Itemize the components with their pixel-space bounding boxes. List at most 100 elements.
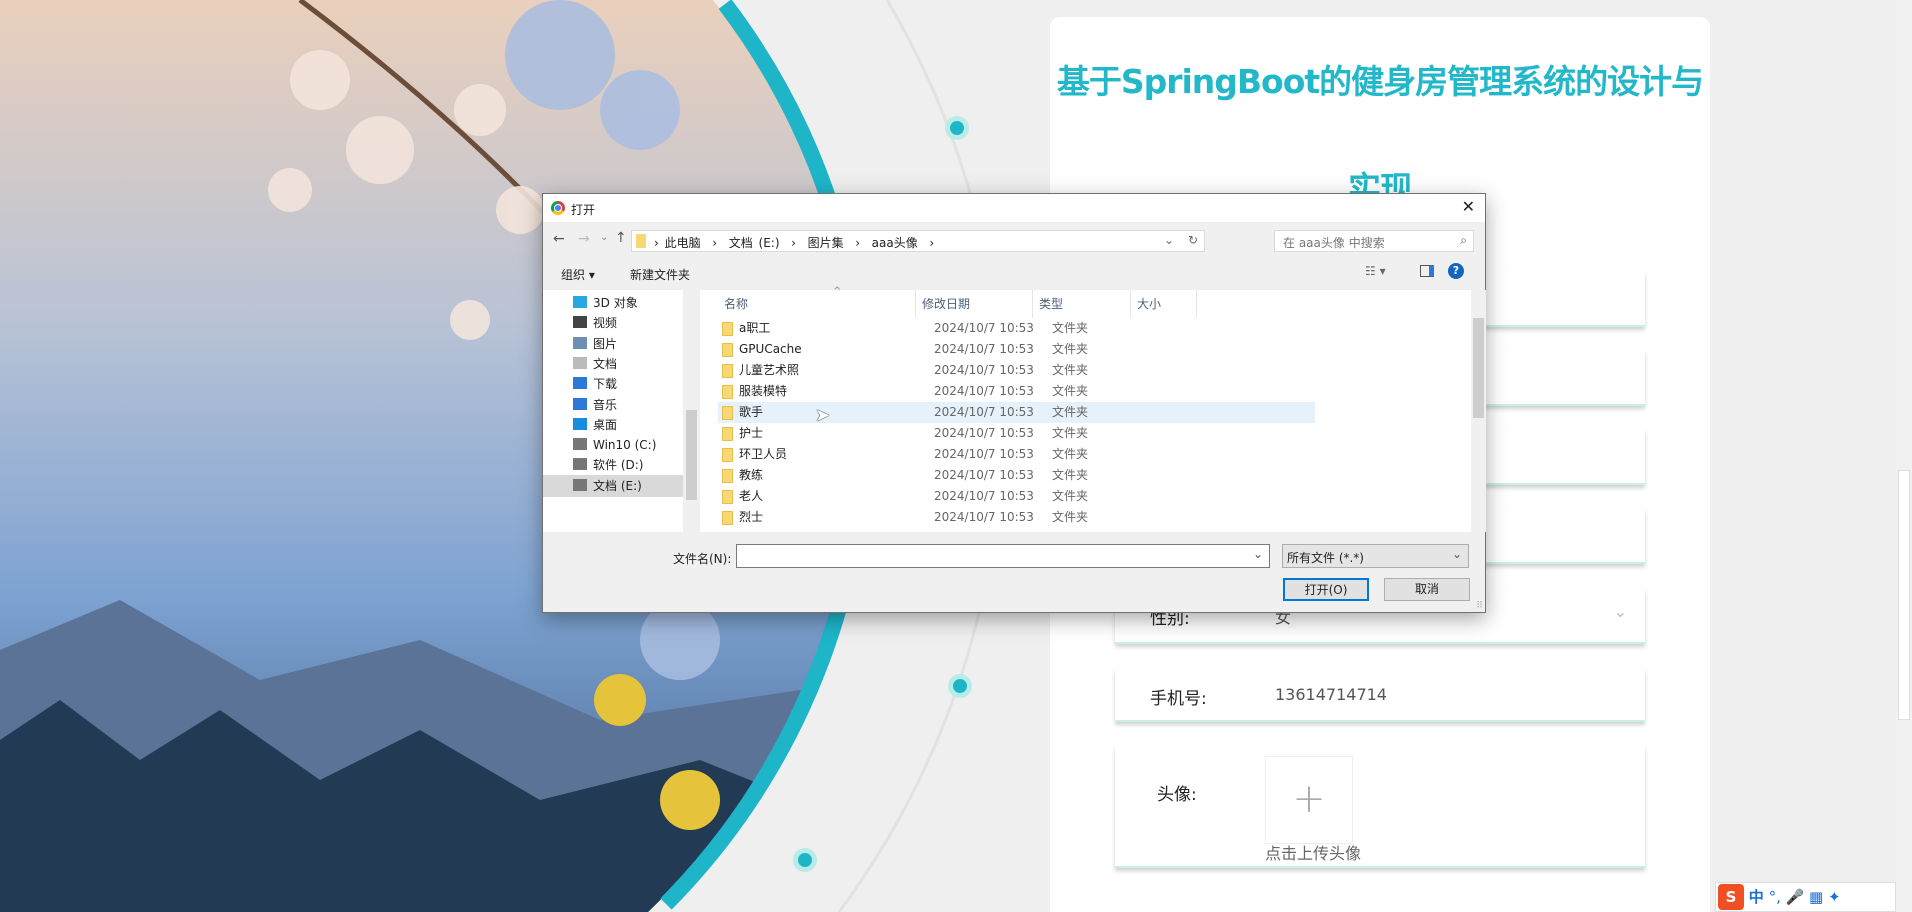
breadcrumb-item[interactable]: aaa头像	[872, 236, 918, 250]
folder-icon	[722, 427, 733, 441]
breadcrumb-item[interactable]: 图片集	[808, 236, 844, 250]
file-name: a职工	[739, 321, 771, 335]
file-row[interactable]: 环卫人员 2024/10/7 10:53 文件夹	[718, 444, 1315, 465]
file-date: 2024/10/7 10:53	[934, 447, 1034, 461]
open-file-dialog: 打开 ✕ ← → ⌄ ↑ › 此电脑 › 文档 (E:) › 图片集 › aaa…	[542, 193, 1486, 613]
phone-field[interactable]: 手机号: 13614714714	[1115, 668, 1645, 722]
file-date: 2024/10/7 10:53	[934, 426, 1034, 440]
cancel-button[interactable]: 取消	[1384, 578, 1470, 601]
file-row[interactable]: 歌手 2024/10/7 10:53 文件夹	[718, 402, 1315, 423]
form-row[interactable]	[1115, 897, 1645, 912]
resize-grip-icon[interactable]: ⠿	[1476, 601, 1483, 611]
folder-icon	[722, 469, 733, 483]
search-placeholder: 在 aaa头像 中搜索	[1283, 236, 1385, 250]
file-row[interactable]: a职工 2024/10/7 10:53 文件夹	[718, 318, 1315, 339]
address-bar[interactable]: › 此电脑 › 文档 (E:) › 图片集 › aaa头像 › ⌄ ↻	[631, 230, 1205, 252]
filename-input[interactable]: ⌄	[736, 544, 1270, 568]
organize-menu[interactable]: 组织 ▾	[561, 266, 595, 283]
nav-item[interactable]: Win10 (C:)	[573, 434, 656, 456]
file-name: 歌手	[739, 405, 764, 419]
nav-item[interactable]: 视频	[573, 312, 617, 334]
nav-item[interactable]: 文档 (E:)	[543, 474, 683, 497]
nav-item[interactable]: 音乐	[573, 394, 617, 416]
preview-pane-icon[interactable]	[1420, 265, 1434, 277]
file-type: 文件夹	[1052, 489, 1089, 503]
nav-item[interactable]: 3D 对象	[573, 292, 638, 314]
column-header-size[interactable]: 大小	[1131, 290, 1197, 318]
scrollbar-thumb[interactable]	[1898, 470, 1910, 720]
refresh-icon[interactable]: ↻	[1188, 233, 1198, 247]
file-type-select[interactable]: 所有文件 (*.*) ⌄	[1282, 544, 1469, 568]
nav-item[interactable]: 图片	[573, 333, 617, 355]
folder-icon	[636, 234, 646, 248]
dialog-titlebar[interactable]: 打开 ✕	[543, 194, 1485, 222]
upload-hint[interactable]: 点击上传头像	[1265, 840, 1361, 864]
navigation-pane: 3D 对象视频 图片 文档下载音乐 桌面 Win10 (C:) 软件 (D:) 文档 (E:…	[543, 290, 700, 532]
file-row[interactable]: 服装模特 2024/10/7 10:53 文件夹	[718, 381, 1315, 402]
folder-icon	[722, 490, 733, 504]
file-type: 文件夹	[1052, 468, 1089, 482]
back-icon[interactable]: ←	[553, 231, 565, 247]
forward-icon[interactable]: →	[578, 231, 590, 247]
file-date: 2024/10/7 10:53	[934, 384, 1034, 398]
file-name: 老人	[739, 489, 764, 503]
chrome-icon	[551, 201, 565, 215]
nav-item-label: 下载	[593, 377, 618, 392]
up-icon[interactable]: ↑	[615, 230, 627, 246]
close-icon[interactable]: ✕	[1462, 197, 1475, 216]
column-header-name[interactable]: 名称	[700, 290, 916, 318]
list-scrollbar[interactable]	[1471, 290, 1486, 532]
nav-item[interactable]: 软件 (D:)	[573, 454, 643, 476]
help-icon[interactable]: ?	[1448, 263, 1464, 279]
column-header-date[interactable]: 修改日期	[916, 290, 1033, 318]
column-header-type[interactable]: 类型	[1033, 290, 1131, 318]
file-row[interactable]: 老人 2024/10/7 10:53 文件夹	[718, 486, 1315, 507]
file-row[interactable]: 烈士 2024/10/7 10:53 文件夹	[718, 507, 1315, 528]
nav-item-label: 文档 (E:)	[593, 478, 642, 493]
sogou-logo-icon: S	[1718, 884, 1744, 910]
nav-scrollbar[interactable]	[683, 290, 700, 532]
folder-icon	[722, 343, 733, 357]
view-options-icon[interactable]: ☷ ▾	[1365, 264, 1386, 278]
new-folder-button[interactable]: 新建文件夹	[630, 266, 690, 283]
nav-item[interactable]: 桌面	[573, 414, 617, 436]
chevron-down-icon: ⌄	[1613, 602, 1627, 621]
ime-icons[interactable]: °, 🎤 ▦ ✦	[1769, 888, 1841, 906]
file-row[interactable]: 教练 2024/10/7 10:53 文件夹	[718, 465, 1315, 486]
nav-item-label: 文档	[593, 356, 618, 371]
breadcrumb-item[interactable]: 此电脑	[665, 236, 701, 250]
chevron-down-icon[interactable]: ⌄	[1253, 547, 1263, 561]
file-date: 2024/10/7 10:53	[934, 363, 1034, 377]
file-type: 文件夹	[1052, 426, 1089, 440]
file-type-value: 所有文件 (*.*)	[1287, 551, 1364, 565]
folder-icon	[722, 511, 733, 525]
file-date: 2024/10/7 10:53	[934, 405, 1034, 419]
phone-input[interactable]: 13614714714	[1275, 685, 1387, 704]
file-row[interactable]: 儿童艺术照 2024/10/7 10:53 文件夹	[718, 360, 1315, 381]
nav-item-label: 桌面	[593, 417, 618, 432]
search-input[interactable]: 在 aaa头像 中搜索 ⌕	[1274, 230, 1474, 252]
file-name: 教练	[739, 468, 764, 482]
nav-item-label: 3D 对象	[593, 296, 638, 310]
nav-item[interactable]: 文档	[573, 353, 617, 375]
file-date: 2024/10/7 10:53	[934, 489, 1034, 503]
page-scrollbar[interactable]	[1896, 0, 1912, 912]
plus-icon: +	[1292, 776, 1326, 822]
avatar-upload-button[interactable]: +	[1265, 756, 1353, 844]
file-type: 文件夹	[1052, 321, 1089, 335]
breadcrumb-item[interactable]: 文档 (E:)	[729, 236, 780, 250]
nav-item[interactable]: 下载	[573, 373, 617, 395]
open-button[interactable]: 打开(O)	[1283, 578, 1369, 601]
file-row[interactable]: GPUCache 2024/10/7 10:53 文件夹	[718, 339, 1315, 360]
desktop-icon	[573, 417, 587, 430]
avatar-field: 头像: + 点击上传头像	[1115, 746, 1645, 868]
picture-icon	[573, 336, 587, 349]
ime-lang[interactable]: 中	[1749, 888, 1764, 906]
recent-chevron-icon[interactable]: ⌄	[600, 232, 608, 243]
folder-icon	[722, 322, 733, 336]
file-row[interactable]: 护士 2024/10/7 10:53 文件夹	[718, 423, 1315, 444]
address-dropdown-icon[interactable]: ⌄	[1164, 233, 1174, 247]
ime-toolbar[interactable]: S 中 °, 🎤 ▦ ✦	[1715, 882, 1896, 912]
file-type: 文件夹	[1052, 510, 1089, 524]
file-date: 2024/10/7 10:53	[934, 468, 1034, 482]
